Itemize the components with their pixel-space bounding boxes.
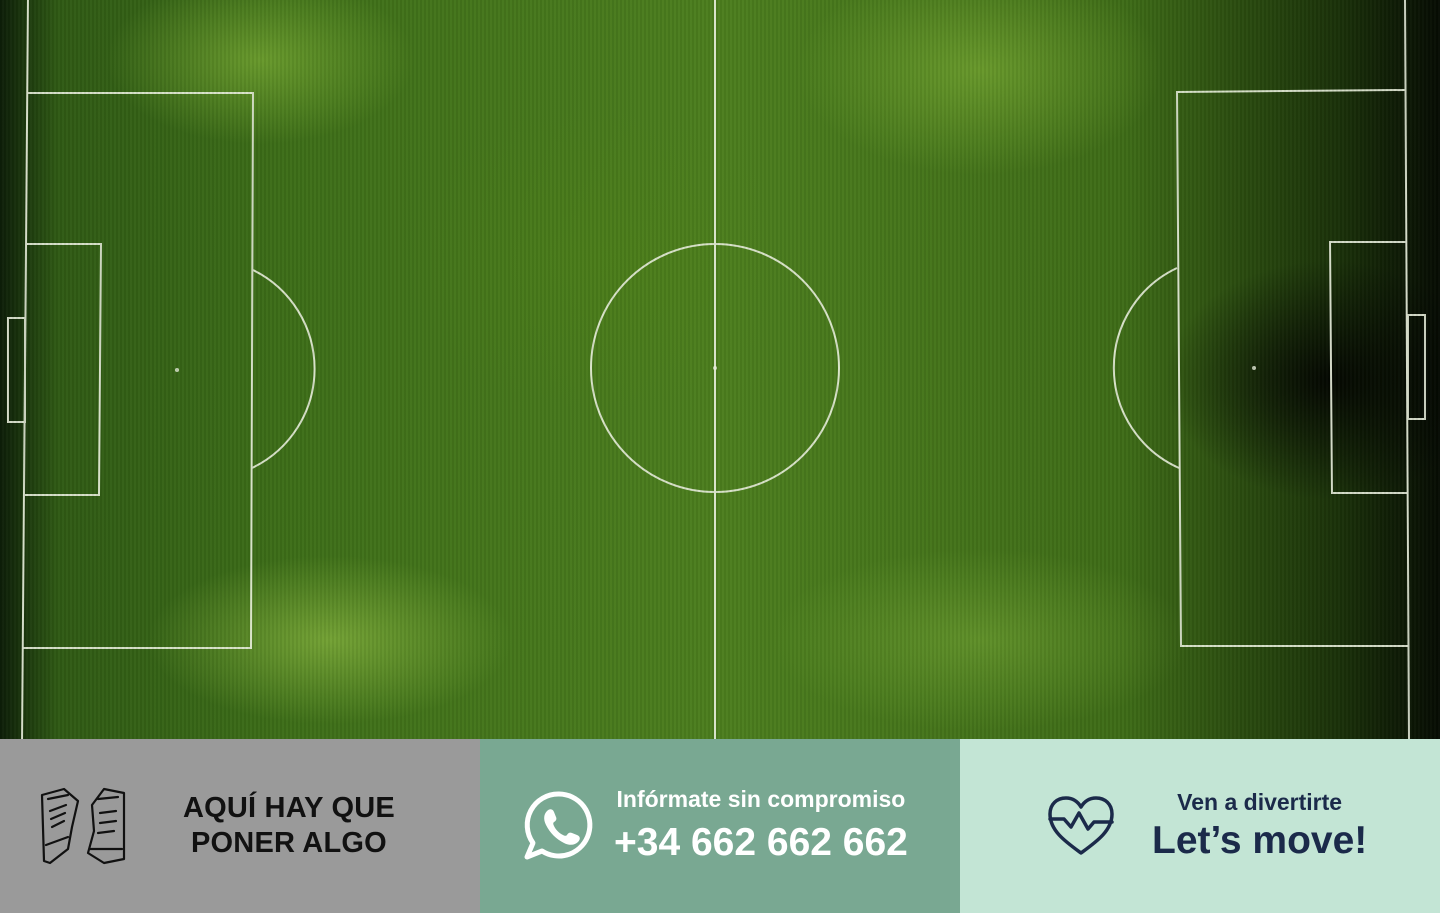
banner-panel-whatsapp[interactable]: Infórmate sin compromiso +34 662 662 662 — [480, 739, 960, 913]
placeholder-line-2: PONER ALGO — [191, 827, 387, 859]
placeholder-text: AQUÍ HAY QUE PONER ALGO — [183, 791, 395, 861]
banner-panel-move: Ven a divertirte Let’s move! — [960, 739, 1440, 913]
contact-info: Infórmate sin compromiso +34 662 662 662 — [614, 785, 908, 867]
contact-subtitle: Infórmate sin compromiso — [616, 786, 906, 812]
banner-panel-sneakers: AQUÍ HAY QUE PONER ALGO — [0, 739, 480, 913]
soccer-pitch-lines — [7, 0, 1426, 739]
heart-pulse-icon — [1048, 796, 1114, 855]
placeholder-line-1: AQUÍ HAY QUE — [183, 792, 395, 824]
phone-number[interactable]: +34 662 662 662 — [614, 819, 908, 867]
info-banner: AQUÍ HAY QUE PONER ALGO Infórmate sin co… — [0, 739, 1440, 913]
sneakers-icon — [40, 787, 126, 865]
whatsapp-icon[interactable] — [522, 789, 596, 863]
hero-pitch-image — [0, 0, 1440, 739]
tagline: Ven a divertirte Let’s move! — [1152, 788, 1367, 864]
tagline-title: Let’s move! — [1152, 819, 1368, 862]
tagline-subtitle: Ven a divertirte — [1177, 789, 1343, 815]
